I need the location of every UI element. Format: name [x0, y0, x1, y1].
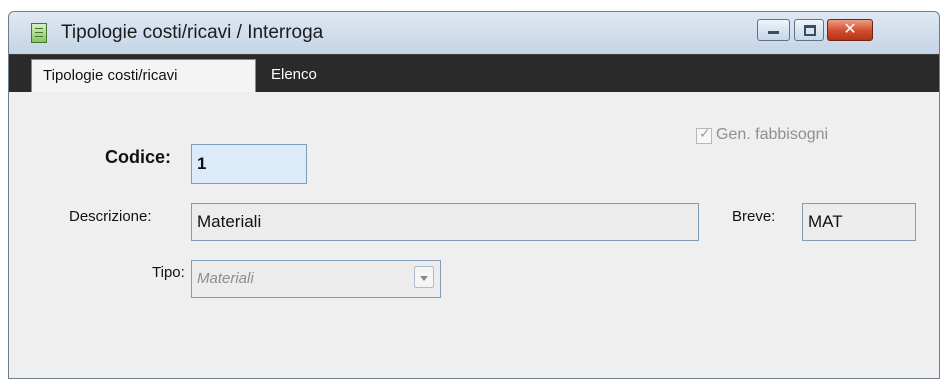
close-icon: ✕ [843, 19, 857, 38]
maximize-icon [804, 25, 816, 36]
breve-field[interactable]: MAT [802, 203, 916, 241]
descrizione-field[interactable]: Materiali [191, 203, 699, 241]
codice-label: Codice: [105, 147, 172, 167]
tab-elenco[interactable]: Elenco [271, 59, 317, 93]
checkmark-icon: ✓ [699, 126, 711, 142]
minimize-icon [768, 31, 779, 34]
tipo-value: Materiali [197, 270, 254, 287]
codice-field[interactable]: 1 [191, 144, 307, 184]
close-button[interactable]: ✕ [827, 19, 873, 41]
document-icon [31, 23, 47, 43]
chevron-down-icon [420, 276, 428, 281]
form-panel: Codice: 1 ✓ Gen. fabbisogni Descrizione:… [9, 92, 939, 378]
maximize-button[interactable] [794, 19, 824, 41]
app-window: Tipologie costi/ricavi / Interroga ✕ Tip… [8, 11, 940, 379]
minimize-button[interactable] [757, 19, 790, 41]
tab-tipologie-costi-ricavi[interactable]: Tipologie costi/ricavi [31, 59, 256, 93]
breve-label: Breve: [732, 208, 776, 225]
window-title: Tipologie costi/ricavi / Interroga [61, 22, 324, 43]
tipo-dropdown-button[interactable] [414, 266, 434, 288]
title-bar[interactable]: Tipologie costi/ricavi / Interroga ✕ [9, 12, 939, 54]
tipo-label: Tipo: [152, 264, 185, 281]
gen-fabbisogni-checkbox[interactable]: ✓ [696, 126, 712, 144]
descrizione-label: Descrizione: [69, 208, 152, 225]
gen-fabbisogni-label: Gen. fabbisogni [716, 126, 829, 143]
tipo-select[interactable]: Materiali [191, 260, 441, 298]
tab-bar: Tipologie costi/ricavi Elenco [9, 54, 939, 93]
